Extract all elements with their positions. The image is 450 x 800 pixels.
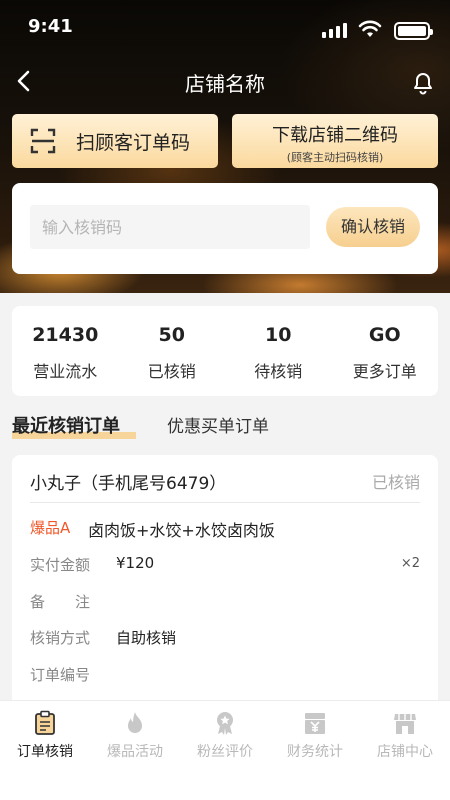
tabbar-label: 订单核销 xyxy=(17,744,73,760)
quantity: ×2 xyxy=(400,556,420,571)
tab-order-verify[interactable]: 订单核销 xyxy=(0,701,90,800)
paid-row: 实付金额 ¥120 ×2 xyxy=(30,554,420,578)
yen-icon xyxy=(305,713,325,734)
status-bar: 9:41 xyxy=(0,0,450,56)
order-card[interactable]: 小丸子（手机尾号6479） 已核销 爆品A 卤肉饭+水饺+水饺卤肉饭 实付金额 … xyxy=(12,455,438,715)
stat-value: 50 xyxy=(158,324,185,346)
verify-code-input[interactable] xyxy=(30,205,310,249)
stat-more-orders[interactable]: GO 更多订单 xyxy=(332,306,439,396)
stat-value: GO xyxy=(368,324,401,346)
confirm-verify-button[interactable]: 确认核销 xyxy=(326,207,420,247)
product-row: 爆品A 卤肉饭+水饺+水饺卤肉饭 xyxy=(30,517,420,541)
tab-discount-orders[interactable]: 优惠买单订单 xyxy=(167,412,269,437)
stat-value: 10 xyxy=(265,324,292,346)
paid-value: ¥120 xyxy=(116,554,155,572)
tab-hot-activity[interactable]: 爆品活动 xyxy=(90,701,180,800)
remark-label: 备 注 xyxy=(30,593,91,611)
product-name: 卤肉饭+水饺+水饺卤肉饭 xyxy=(88,521,275,540)
remark-row: 备 注 xyxy=(30,591,420,615)
order-header: 小丸子（手机尾号6479） 已核销 xyxy=(30,469,420,503)
scan-icon xyxy=(30,128,56,154)
badge-icon xyxy=(217,712,233,735)
stat-label: 已核销 xyxy=(147,362,196,381)
tabbar-label: 店铺中心 xyxy=(377,744,433,760)
flame-icon xyxy=(128,712,142,733)
stat-pending[interactable]: 10 待核销 xyxy=(225,306,332,396)
stat-label: 待核销 xyxy=(254,362,303,381)
scan-order-button[interactable]: 扫顾客订单码 xyxy=(12,114,218,168)
customer-name: 小丸子（手机尾号6479） xyxy=(30,474,227,494)
download-qr-sublabel: (顾客主动扫码核销) xyxy=(286,151,384,164)
stat-value: 21430 xyxy=(32,324,99,346)
bell-icon[interactable] xyxy=(409,68,437,96)
stat-revenue[interactable]: 21430 营业流水 xyxy=(12,306,119,396)
paid-label: 实付金额 xyxy=(30,556,91,574)
signal-icon xyxy=(322,22,347,38)
method-row: 核销方式 自助核销 xyxy=(30,627,420,651)
order-number-row: 订单编号 xyxy=(30,664,420,688)
product-tag: 爆品A xyxy=(30,519,71,537)
battery-icon xyxy=(394,22,433,40)
order-number-label: 订单编号 xyxy=(30,666,91,684)
stats-card: 21430 营业流水 50 已核销 10 待核销 GO 更多订单 xyxy=(12,306,438,396)
download-qr-button[interactable]: 下载店铺二维码 (顾客主动扫码核销) xyxy=(232,114,438,168)
stat-label: 更多订单 xyxy=(352,362,417,381)
bottom-tab-bar: 订单核销 爆品活动 粉丝评价 财务统计 店铺中心 xyxy=(0,700,450,800)
tabbar-label: 爆品活动 xyxy=(107,744,163,760)
nav-bar: 店铺名称 xyxy=(0,56,450,106)
method-label: 核销方式 xyxy=(30,629,91,647)
wifi-icon xyxy=(358,20,382,37)
tab-store-center[interactable]: 店铺中心 xyxy=(360,701,450,800)
tabbar-label: 粉丝评价 xyxy=(197,744,253,760)
download-qr-label: 下载店铺二维码 xyxy=(272,125,398,146)
scan-order-label: 扫顾客订单码 xyxy=(76,132,191,154)
tab-finance-stats[interactable]: 财务统计 xyxy=(270,701,360,800)
verify-card: 确认核销 xyxy=(12,183,438,274)
status-badge: 已核销 xyxy=(371,473,420,492)
store-icon xyxy=(394,714,416,734)
tab-fan-reviews[interactable]: 粉丝评价 xyxy=(180,701,270,800)
method-value: 自助核销 xyxy=(116,629,177,647)
order-verify-icon xyxy=(35,710,55,735)
stat-verified[interactable]: 50 已核销 xyxy=(119,306,226,396)
tab-recent-verified[interactable]: 最近核销订单 xyxy=(12,412,120,438)
status-time: 9:41 xyxy=(28,16,73,37)
tabbar-label: 财务统计 xyxy=(287,744,343,760)
stat-label: 营业流水 xyxy=(33,362,98,381)
page-title: 店铺名称 xyxy=(185,72,265,96)
